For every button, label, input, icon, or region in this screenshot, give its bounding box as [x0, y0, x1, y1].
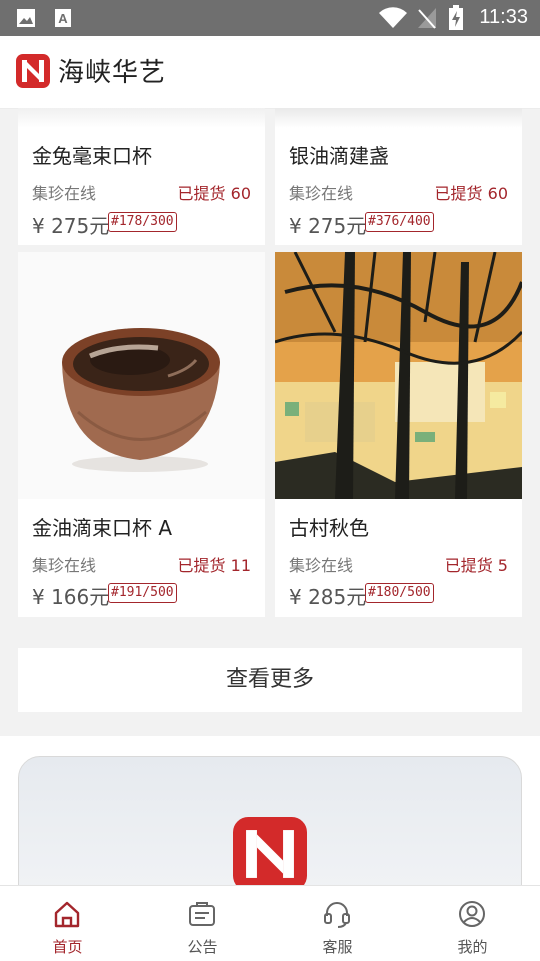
battery-charging-icon — [449, 5, 463, 30]
app-header: 海峡华艺 — [0, 36, 540, 109]
tab-home[interactable]: 首页 — [0, 886, 135, 961]
font-a-icon: A — [55, 9, 71, 27]
image-icon — [17, 9, 35, 27]
tea-cup-illustration — [62, 328, 220, 472]
tab-label: 客服 — [322, 938, 353, 956]
view-more-button[interactable]: 查看更多 — [18, 648, 522, 712]
headset-icon — [324, 902, 350, 928]
product-price: ¥ 275元 — [32, 214, 110, 238]
product-price: ¥ 166元 — [32, 585, 110, 609]
haixia-logo — [233, 817, 307, 891]
product-picked: 已提货 60 — [177, 184, 251, 203]
edition-badge: #180/500 — [365, 583, 434, 603]
product-name: 古村秋色 — [289, 516, 369, 540]
svg-text:A: A — [58, 11, 68, 26]
product-image — [18, 252, 265, 499]
product-card[interactable]: 金兔毫束口杯 集珍在线 已提货 60 ¥ 275元 #178/300 — [18, 108, 265, 245]
banner-section — [0, 736, 540, 938]
product-picked: 已提货 5 — [444, 556, 508, 575]
product-picked: 已提货 60 — [434, 184, 508, 203]
tab-label: 首页 — [52, 938, 83, 956]
product-price: ¥ 275元 — [289, 214, 367, 238]
product-shop: 集珍在线 — [289, 556, 354, 575]
haixia-logo — [16, 54, 50, 88]
clock: 11:33 — [479, 6, 528, 28]
edition-badge: #191/500 — [108, 583, 177, 603]
product-card[interactable]: 古村秋色 集珍在线 已提货 5 ¥ 285元 #180/500 — [275, 252, 522, 617]
tab-label: 我的 — [457, 938, 488, 956]
bottom-tab-bar: 首页 公告 客服 我的 — [0, 885, 540, 961]
wifi-icon — [379, 7, 407, 28]
signal-off-icon — [418, 8, 436, 29]
product-shop: 集珍在线 — [32, 556, 97, 575]
product-shop: 集珍在线 — [289, 184, 354, 203]
user-icon — [459, 901, 485, 927]
status-bar: A 11:33 — [0, 0, 540, 36]
product-card[interactable]: 银油滴建盏 集珍在线 已提货 60 ¥ 275元 #376/400 — [275, 108, 522, 245]
home-icon — [54, 901, 80, 928]
product-image — [275, 252, 522, 499]
tab-notice[interactable]: 公告 — [135, 886, 270, 961]
product-card[interactable]: 金油滴束口杯 A 集珍在线 已提货 11 ¥ 166元 #191/500 — [18, 252, 265, 617]
notice-icon — [189, 902, 215, 926]
tab-mine[interactable]: 我的 — [405, 886, 540, 961]
product-name: 金兔毫束口杯 — [32, 144, 152, 168]
tab-service[interactable]: 客服 — [270, 886, 405, 961]
product-image — [275, 108, 522, 128]
woodcut-painting — [275, 252, 522, 499]
product-image — [18, 108, 265, 128]
edition-badge: #178/300 — [108, 212, 177, 232]
product-shop: 集珍在线 — [32, 184, 97, 203]
edition-badge: #376/400 — [365, 212, 434, 232]
product-name: 银油滴建盏 — [289, 144, 389, 168]
product-picked: 已提货 11 — [177, 556, 251, 575]
tab-label: 公告 — [187, 938, 218, 956]
product-name: 金油滴束口杯 A — [32, 516, 173, 540]
product-price: ¥ 285元 — [289, 585, 367, 609]
app-title: 海峡华艺 — [58, 58, 167, 88]
